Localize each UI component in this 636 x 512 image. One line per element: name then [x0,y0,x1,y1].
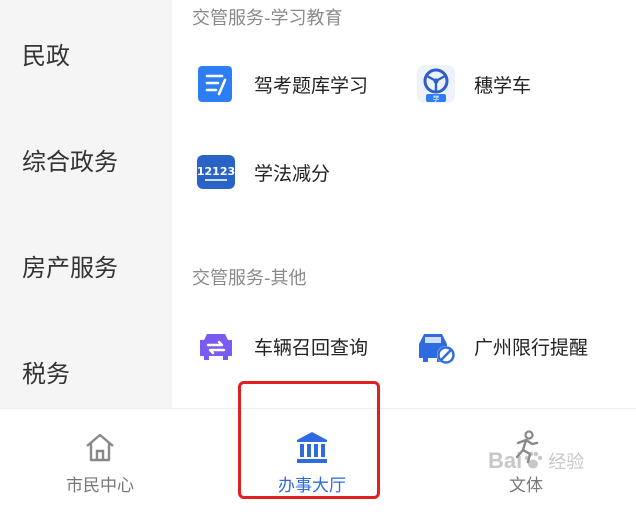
service-label: 穗学车 [474,74,532,97]
service-vehicle-recall[interactable]: 车辆召回查询 [196,326,368,366]
xue-badge: 学 [433,94,440,103]
service-traffic-restriction[interactable]: 广州限行提醒 [416,326,588,366]
tab-label: 市民中心 [66,476,134,496]
paw-icon [525,451,543,469]
service-label: 广州限行提醒 [474,336,589,359]
exam-book-icon [198,66,232,102]
service-content: 交管服务-学习教育 驾考题库学习 学 穗学车 12123 学法减分 交管服务-其… [172,0,636,408]
category-sidebar: 民政 综合政务 房产服务 税务 [0,0,172,408]
service-law-points[interactable]: 12123 学法减分 [196,152,330,192]
service-label: 驾考题库学习 [254,74,369,97]
watermark-text: Bai [488,448,523,473]
steering-wheel-icon: 学 [417,65,455,103]
service-label: 学法减分 [254,162,331,185]
bank-building-icon [297,432,327,463]
tab-service-hall[interactable]: 办事大厅 [262,409,362,512]
tab-label: 办事大厅 [278,476,346,496]
baidu-watermark: Bai 经验 [488,448,584,474]
section-title-learning: 交管服务-学习教育 [192,8,343,29]
service-label: 车辆召回查询 [254,336,369,359]
12123-text: 12123 [197,165,235,178]
watermark-sub: 经验 [548,452,585,473]
tab-citizen-center[interactable]: 市民中心 [50,409,150,512]
12123-app-icon: 12123 [197,155,235,189]
sidebar-item-tax[interactable]: 税务 [22,354,70,389]
sidebar-item-housing[interactable]: 房产服务 [22,248,118,283]
car-restriction-icon [419,334,455,364]
service-exam-bank[interactable]: 驾考题库学习 [196,64,368,104]
service-sui-xueche[interactable]: 学 穗学车 [416,64,531,104]
home-icon [86,433,114,462]
sidebar-item-civil-affairs[interactable]: 民政 [22,36,70,71]
section-title-other: 交管服务-其他 [192,268,307,289]
sidebar-item-general-affairs[interactable]: 综合政务 [22,142,118,177]
car-recall-icon [200,334,232,360]
tab-label: 文体 [509,476,543,496]
